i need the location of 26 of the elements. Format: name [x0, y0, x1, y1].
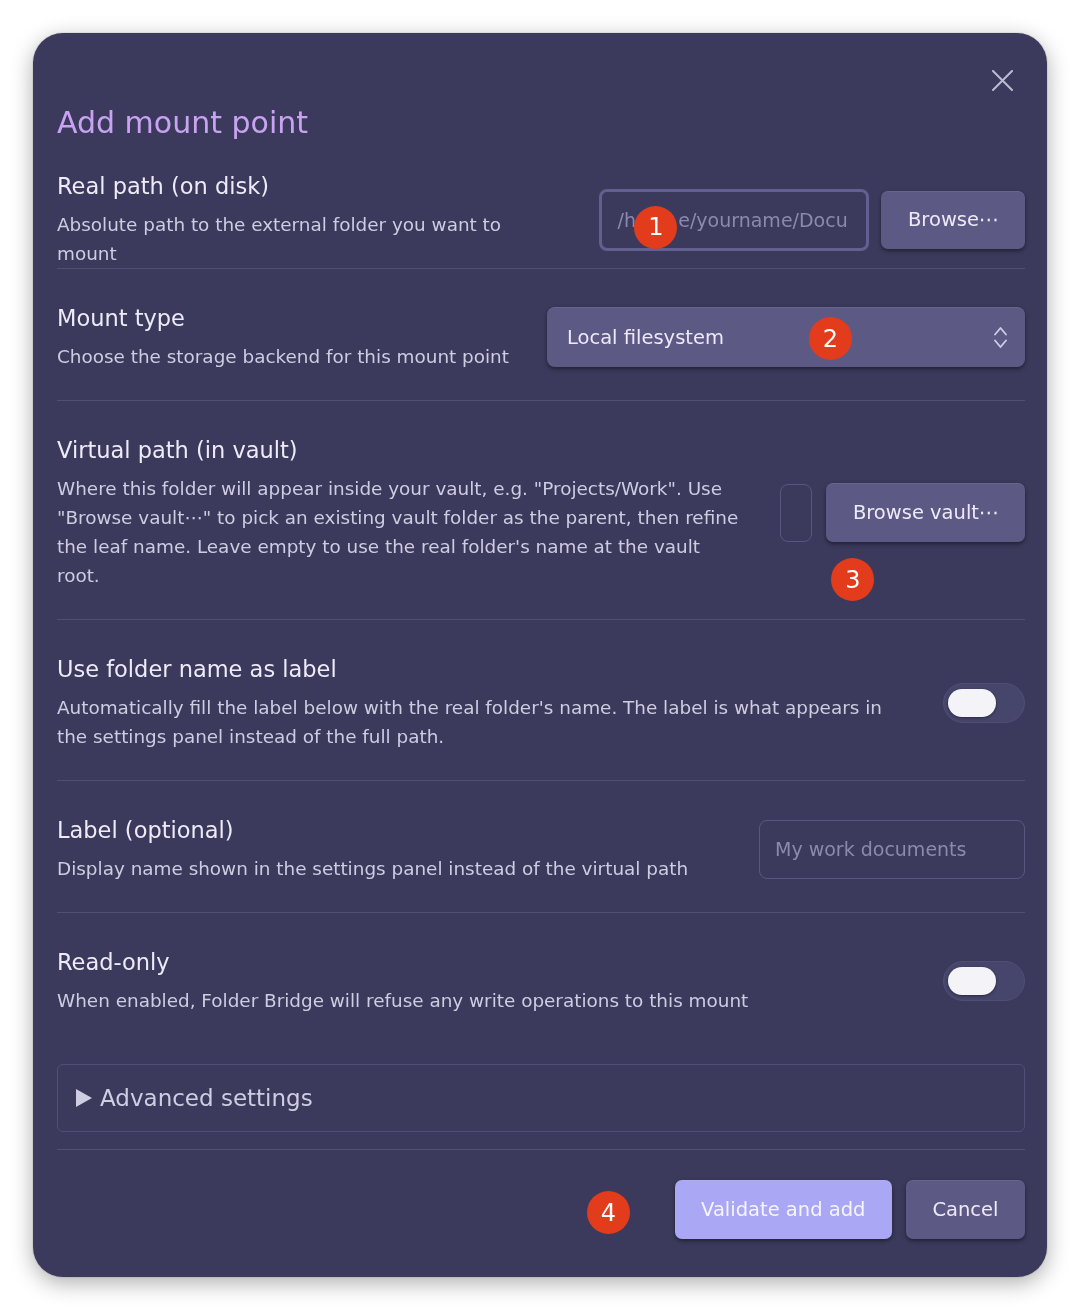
setting-description: Where this folder will appear inside your vault, e.g. "Projects/Work". Use "Browse vault⋯" to pick an existing vault folder as the parent, then refine the leaf name. Leave empty to use the real folder's name at the vault root.: [57, 477, 740, 588]
setting-description: Automatically fill the label below with the real folder's name. The label is what appears in the settings panel instead of the full path.: [57, 696, 883, 749]
setting-name: Mount type: [57, 304, 186, 333]
cancel-button[interactable]: Cancel: [905, 1180, 1025, 1239]
setting-description: When enabled, Folder Bridge will refuse any write operations to this mount: [57, 989, 749, 1013]
step-marker: 4: [587, 1191, 630, 1234]
setting-description: Absolute path to the external folder you want to mount: [57, 213, 503, 266]
setting-name: Real path (on disk): [57, 172, 270, 201]
browse-button[interactable]: Browse⋯: [881, 190, 1025, 249]
vault-path-field[interactable]: [780, 483, 813, 542]
close-icon: [991, 69, 1013, 91]
setting-name: Virtual path (in vault): [57, 436, 299, 465]
step-marker: 3: [831, 558, 875, 601]
setting-name: Label (optional): [57, 816, 235, 845]
toggle-switch[interactable]: [943, 961, 1025, 1001]
label-field[interactable]: My work documents: [759, 819, 1025, 879]
browse-vault-button[interactable]: Browse vault⋯: [826, 483, 1025, 542]
dialog-title: Add mount point: [57, 104, 309, 142]
step-marker: 1: [634, 205, 678, 249]
collapsible-header[interactable]: Advanced settings: [57, 1064, 1025, 1132]
setting-name: Use folder name as label: [57, 655, 338, 684]
setting-description: Display name shown in the settings panel instead of the virtual path: [57, 857, 689, 881]
toggle-switch[interactable]: [943, 682, 1025, 723]
setting-description: Choose the storage backend for this mount point: [57, 345, 509, 369]
chevrons-up-down-icon: [994, 326, 1007, 348]
setting-name: Read-only: [57, 948, 171, 977]
